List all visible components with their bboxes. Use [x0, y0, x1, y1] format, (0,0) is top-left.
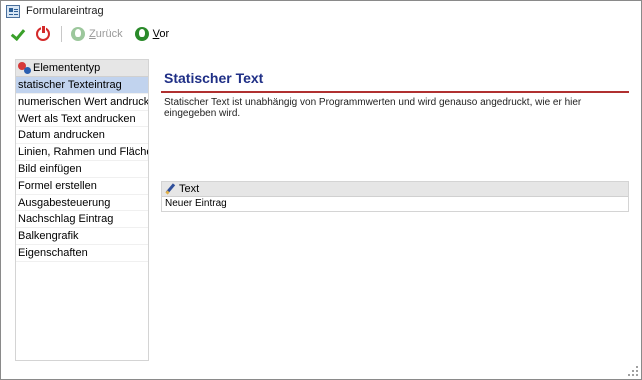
page-title: Statischer Text	[164, 70, 264, 86]
detail-panel: Statischer Text Statischer Text ist unab…	[161, 61, 629, 361]
list-item-numeric-value[interactable]: numerischen Wert andrucken	[16, 94, 148, 111]
title-divider	[161, 91, 629, 93]
list-item-properties[interactable]: Eigenschaften	[16, 245, 148, 262]
forward-button[interactable]: Vor	[132, 24, 173, 44]
text-grid-header: Text	[162, 182, 628, 197]
text-grid: Text Neuer Eintrag	[161, 181, 629, 212]
list-item-lookup-entry[interactable]: Nachschlag Eintrag	[16, 211, 148, 229]
window-title: Formulareintrag	[26, 5, 104, 17]
resize-grip[interactable]	[628, 366, 638, 376]
confirm-button[interactable]	[7, 24, 27, 44]
list-item-date[interactable]: Datum andrucken	[16, 127, 148, 145]
power-icon	[36, 25, 50, 41]
back-label: Zurück	[89, 28, 123, 40]
form-app-icon	[6, 4, 20, 18]
form-entry-window: Formulareintrag Zurück Vor Elemententyp …	[0, 0, 642, 380]
title-bar: Formulareintrag	[1, 1, 641, 21]
toolbar-separator	[61, 26, 62, 42]
back-button[interactable]: Zurück	[68, 24, 126, 44]
list-item-bar-graphic[interactable]: Balkengrafik	[16, 228, 148, 245]
back-icon	[71, 27, 85, 41]
list-item-value-as-text[interactable]: Wert als Text andrucken	[16, 111, 148, 128]
element-type-icon	[18, 61, 32, 75]
toolbar: Zurück Vor	[1, 23, 641, 45]
text-entry-cell[interactable]: Neuer Eintrag	[162, 197, 628, 211]
text-column-label: Text	[179, 183, 200, 195]
list-item-lines-frames[interactable]: Linien, Rahmen und Flächen	[16, 144, 148, 161]
description-text: Statischer Text ist unabhängig von Progr…	[164, 97, 582, 119]
list-item-output-control[interactable]: Ausgabesteuerung	[16, 195, 148, 212]
element-type-header-label: Elemententyp	[33, 62, 101, 74]
list-item-create-formula[interactable]: Formel erstellen	[16, 178, 148, 195]
element-type-header: Elemententyp	[16, 60, 148, 77]
pencil-icon	[165, 184, 175, 194]
forward-icon	[134, 27, 149, 41]
list-item-insert-image[interactable]: Bild einfügen	[16, 161, 148, 178]
element-type-list: Elemententyp statischer Texteintrag nume…	[15, 59, 149, 361]
forward-label: Vor	[152, 28, 170, 40]
list-item-static-text[interactable]: statischer Texteintrag	[16, 77, 148, 94]
check-icon	[10, 27, 24, 41]
cancel-button[interactable]	[33, 24, 53, 44]
